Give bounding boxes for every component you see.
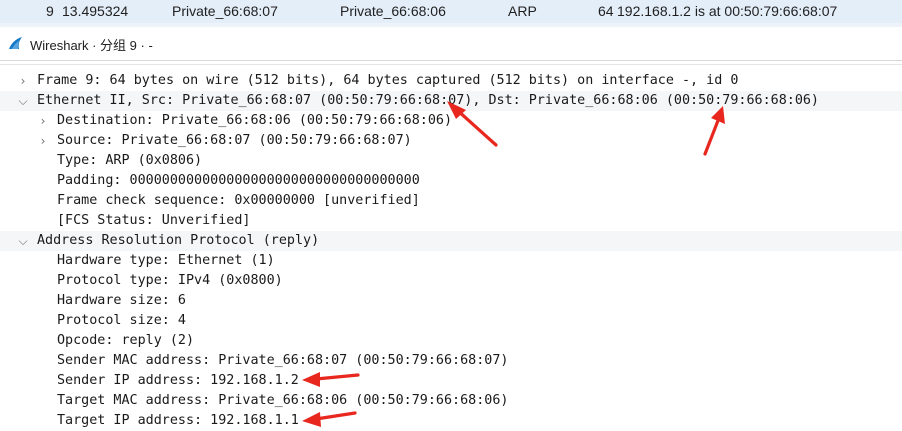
tree-item-label: Sender MAC address: Private_66:68:07 (00…: [57, 353, 509, 368]
window-title: Wireshark · 分组 9 · -: [30, 38, 153, 53]
chevron-down-icon[interactable]: ⌵: [17, 231, 29, 251]
tree-item-eth-fcs-status[interactable]: [FCS Status: Unverified]: [0, 211, 902, 231]
tree-item-label: Frame 9: 64 bytes on wire (512 bits), 64…: [37, 73, 739, 88]
tree-item-label: Hardware size: 6: [57, 293, 186, 308]
tree-item-eth-fcs[interactable]: Frame check sequence: 0x00000000 [unveri…: [0, 191, 902, 211]
tree-item-label: Hardware type: Ethernet (1): [57, 253, 275, 268]
tree-item-arp-sender-mac[interactable]: Sender MAC address: Private_66:68:07 (00…: [0, 351, 902, 371]
tree-item-arp-target-ip[interactable]: Target IP address: 192.168.1.1: [0, 411, 902, 431]
wireshark-fin-icon: [9, 37, 22, 49]
tree-item-label: Target MAC address: Private_66:68:06 (00…: [57, 393, 509, 408]
tree-item-arp-hardware-type[interactable]: Hardware type: Ethernet (1): [0, 251, 902, 271]
tree-item-label: Padding: 0000000000000000000000000000000…: [57, 173, 420, 188]
tree-item-label: Source: Private_66:68:07 (00:50:79:66:68…: [57, 133, 412, 148]
tree-item-arp-opcode[interactable]: Opcode: reply (2): [0, 331, 902, 351]
tree-item-eth-type[interactable]: Type: ARP (0x0806): [0, 151, 902, 171]
tree-item-arp-protocol-size[interactable]: Protocol size: 4: [0, 311, 902, 331]
packet-length: 64: [598, 3, 614, 19]
tree-item-label: [FCS Status: Unverified]: [57, 213, 251, 228]
chevron-right-icon[interactable]: ›: [17, 71, 29, 91]
packet-source: Private_66:68:07: [172, 3, 278, 19]
tree-item-arp-protocol-type[interactable]: Protocol type: IPv4 (0x0800): [0, 271, 902, 291]
packet-list-row-selected[interactable]: 9 13.495324 Private_66:68:07 Private_66:…: [0, 0, 902, 23]
tree-item-label: Sender IP address: 192.168.1.2: [57, 373, 299, 388]
tree-item-arp[interactable]: ⌵ Address Resolution Protocol (reply): [0, 231, 902, 251]
tree-item-frame[interactable]: › Frame 9: 64 bytes on wire (512 bits), …: [0, 71, 902, 91]
tree-item-label: Ethernet II, Src: Private_66:68:07 (00:5…: [37, 93, 819, 108]
chevron-down-icon[interactable]: ⌵: [17, 91, 29, 111]
packet-destination: Private_66:68:06: [340, 3, 446, 19]
chevron-right-icon[interactable]: ›: [37, 131, 49, 151]
tree-item-label: Destination: Private_66:68:06 (00:50:79:…: [57, 113, 453, 128]
tree-item-label: Frame check sequence: 0x00000000 [unveri…: [57, 193, 420, 208]
packet-details-tree[interactable]: › Frame 9: 64 bytes on wire (512 bits), …: [0, 64, 902, 431]
tree-item-label: Opcode: reply (2): [57, 333, 195, 348]
packet-time: 13.495324: [62, 3, 129, 19]
packet-info: 192.168.1.2 is at 00:50:79:66:68:07: [617, 3, 838, 19]
tree-item-arp-target-mac[interactable]: Target MAC address: Private_66:68:06 (00…: [0, 391, 902, 411]
tree-item-label: Target IP address: 192.168.1.1: [57, 413, 299, 428]
packet-number: 9: [46, 3, 54, 19]
tree-item-eth-destination[interactable]: › Destination: Private_66:68:06 (00:50:7…: [0, 111, 902, 131]
window-titlebar[interactable]: Wireshark · 分组 9 · -: [0, 27, 902, 61]
tree-item-label: Protocol size: 4: [57, 313, 186, 328]
tree-item-label: Address Resolution Protocol (reply): [37, 233, 320, 248]
chevron-right-icon[interactable]: ›: [37, 111, 49, 131]
tree-item-label: Type: ARP (0x0806): [57, 153, 203, 168]
packet-protocol: ARP: [508, 3, 537, 19]
tree-item-label: Protocol type: IPv4 (0x0800): [57, 273, 283, 288]
tree-item-eth-source[interactable]: › Source: Private_66:68:07 (00:50:79:66:…: [0, 131, 902, 151]
tree-item-arp-sender-ip[interactable]: Sender IP address: 192.168.1.2: [0, 371, 902, 391]
tree-item-arp-hardware-size[interactable]: Hardware size: 6: [0, 291, 902, 311]
tree-item-eth-padding[interactable]: Padding: 0000000000000000000000000000000…: [0, 171, 902, 191]
tree-item-ethernet[interactable]: ⌵ Ethernet II, Src: Private_66:68:07 (00…: [0, 91, 902, 111]
